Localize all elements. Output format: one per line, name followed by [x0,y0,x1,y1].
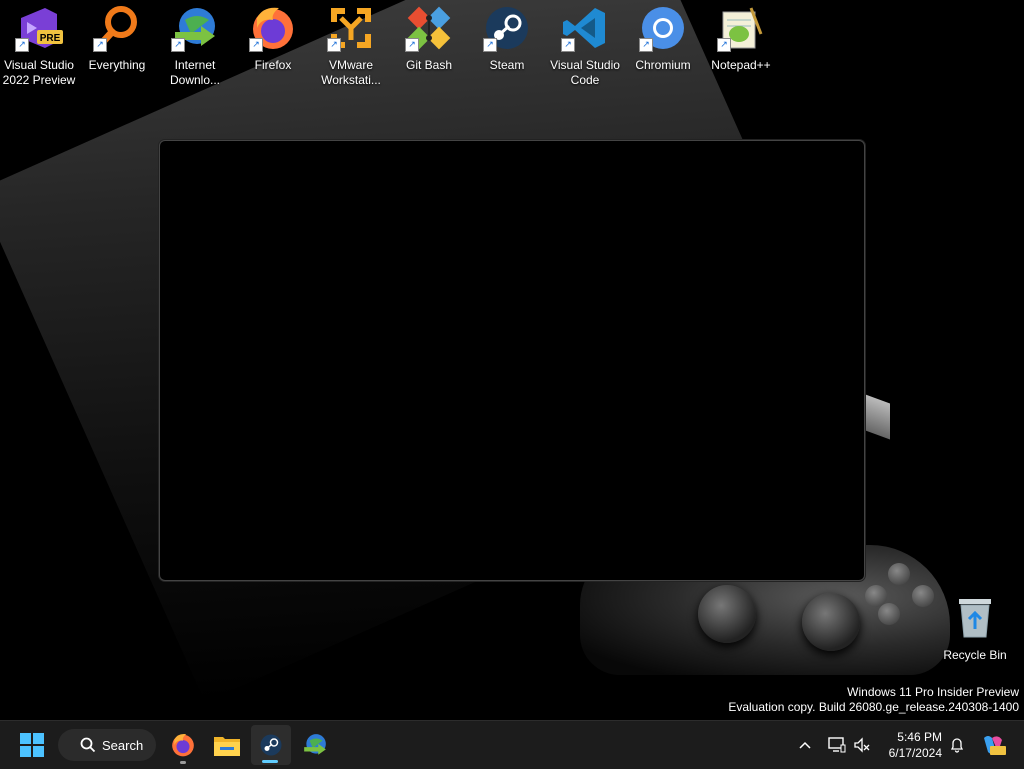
desktop-icon-label: Visual Studio 2022 Preview [2,58,76,87]
taskbar-steam[interactable] [251,725,291,765]
watermark-build: Evaluation copy. Build 26080.ge_release.… [728,700,1019,714]
desktop-icon-label: Firefox [254,58,292,72]
desktop-icon-notepad-plus-plus[interactable]: ↗ Notepad++ [702,4,780,88]
desktop-icon-label: VMware Workstati... [321,58,381,87]
shortcut-arrow-icon: ↗ [717,38,731,52]
file-explorer-icon [214,737,240,756]
running-indicator [180,761,186,764]
desktop-icon-label: Git Bash [405,58,453,72]
copilot-preview-icon [984,736,1006,755]
vmware-icon: ↗ [327,4,375,52]
wallpaper-button [912,585,934,607]
shortcut-arrow-icon: ↗ [171,38,185,52]
svg-text:PRE: PRE [40,33,61,44]
blank-dark-window[interactable] [159,140,865,581]
wallpaper-right-stick [802,593,860,651]
desktop-icon-firefox[interactable]: ↗ Firefox [234,4,312,88]
desktop-icon-label: Chromium [635,58,691,72]
steam-icon: ↗ [483,4,531,52]
firefox-icon [172,734,194,757]
wallpaper-button [888,563,910,585]
watermark-edition: Windows 11 Pro Insider Preview [847,685,1019,699]
windows-watermark: Windows 11 Pro Insider Preview Evaluatio… [728,685,1019,715]
show-hidden-icons-button[interactable] [794,725,816,765]
taskbar-file-explorer[interactable] [208,725,246,765]
desktop-icon-label: Everything [88,58,146,72]
shortcut-arrow-icon: ↗ [561,38,575,52]
copilot-button[interactable] [978,725,1008,765]
steam-icon [260,734,282,756]
shortcut-arrow-icon: ↗ [483,38,497,52]
volume-muted-icon [854,737,870,753]
everything-search-icon: ↗ [93,4,141,52]
wallpaper-button [878,603,900,625]
desktop-icon-everything[interactable]: ↗ Everything [78,4,156,88]
taskbar: Search 5:46 PM 6/17/2024 [0,720,1024,769]
notifications-button[interactable] [946,725,968,765]
taskbar-internet-download-manager[interactable] [296,725,334,765]
active-app-indicator [262,760,278,763]
recycle-bin-label: Recycle Bin [943,648,1007,662]
desktop-icon-chromium[interactable]: ↗ Chromium [624,4,702,88]
desktop-icon-vscode[interactable]: ↗ Visual Studio Code [546,4,624,88]
taskbar-search[interactable]: Search [58,729,156,761]
desktop-icon-visual-studio-preview[interactable]: PRE ↗ Visual Studio 2022 Preview [0,4,78,88]
recycle-bin-icon [959,599,991,638]
git-bash-icon: ↗ [405,4,453,52]
vscode-icon: ↗ [561,4,609,52]
windows-logo-icon [20,733,44,757]
network-icon [828,737,846,753]
desktop-icon-steam[interactable]: ↗ Steam [468,4,546,88]
visual-studio-preview-icon: PRE ↗ [15,4,63,52]
taskbar-firefox[interactable] [164,725,202,765]
tray-volume[interactable] [851,725,873,765]
shortcut-arrow-icon: ↗ [249,38,263,52]
desktop-icon-label: Internet Downlo... [169,58,221,87]
tray-network[interactable] [826,725,848,765]
shortcut-arrow-icon: ↗ [639,38,653,52]
bell-icon [950,738,964,753]
desktop-icon-recycle-bin[interactable]: Recycle Bin [940,595,1010,662]
desktop-icon-label: Visual Studio Code [550,58,620,87]
chevron-up-icon [799,741,811,749]
start-button[interactable] [12,725,52,765]
chromium-icon: ↗ [639,4,687,52]
shortcut-arrow-icon: ↗ [15,38,29,52]
clock-date: 6/17/2024 [888,746,942,760]
search-label: Search [102,737,144,753]
search-icon [80,737,96,753]
desktop-icon-label: Notepad++ [711,58,771,72]
desktop-icon-label: Steam [489,58,525,72]
shortcut-arrow-icon: ↗ [93,38,107,52]
desktop-icon-vmware[interactable]: ↗ VMware Workstati... [312,4,390,88]
shortcut-arrow-icon: ↗ [405,38,419,52]
firefox-icon: ↗ [249,4,297,52]
clock-time: 5:46 PM [897,730,942,744]
notepad-plus-plus-icon: ↗ [717,4,765,52]
internet-download-manager-icon: ↗ [171,4,219,52]
desktop-icon-git-bash[interactable]: ↗ Git Bash [390,4,468,88]
tray-clock[interactable]: 5:46 PM 6/17/2024 [880,729,942,761]
desktop-icon-internet-download-manager[interactable]: ↗ Internet Downlo... [156,4,234,88]
desktop-icon-row: PRE ↗ Visual Studio 2022 Preview ↗ Every… [0,4,780,88]
shortcut-arrow-icon: ↗ [327,38,341,52]
wallpaper-left-stick [698,585,756,643]
internet-download-manager-icon [304,734,326,755]
